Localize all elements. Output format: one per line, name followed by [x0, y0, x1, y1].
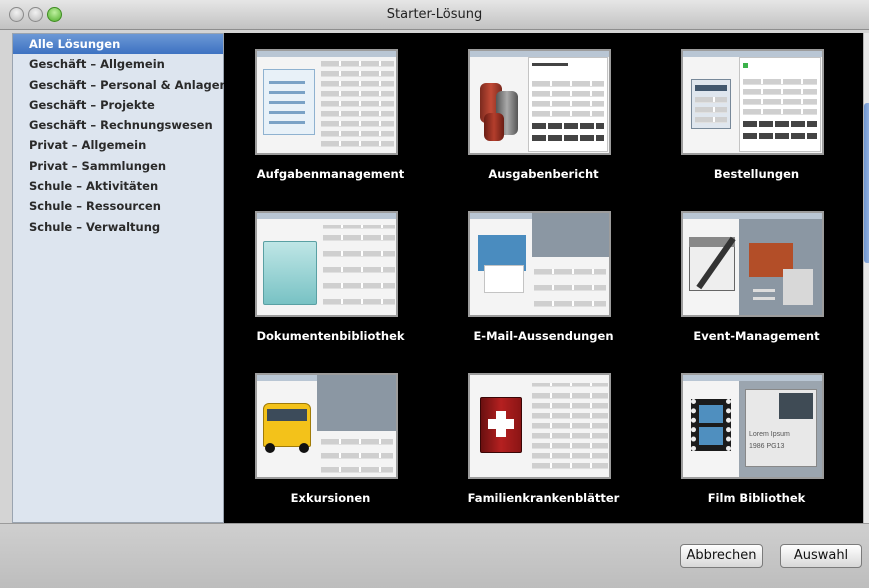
- template-label: Film Bibliothek: [707, 491, 806, 505]
- template-label: Dokumentenbibliothek: [256, 329, 405, 343]
- template-tile-aufgabenmanagement[interactable]: Aufgabenmanagement: [224, 33, 437, 195]
- template-tile-exkursionen[interactable]: Exkursionen: [224, 357, 437, 519]
- footer-bar: Abbrechen Auswahl: [0, 523, 869, 588]
- coins-icon: [468, 49, 611, 155]
- template-tile-bestellungen[interactable]: Bestellungen: [650, 33, 863, 195]
- template-label: Aufgabenmanagement: [256, 167, 405, 181]
- film-sample-year: 1986 PG13: [749, 443, 785, 450]
- sidebar-item-schule-aktivitaeten[interactable]: Schule – Aktivitäten: [13, 176, 223, 196]
- template-label: Event-Management: [693, 329, 820, 343]
- choose-button[interactable]: Auswahl: [780, 544, 862, 568]
- sidebar-item-geschaeft-allgemein[interactable]: Geschäft – Allgemein: [13, 54, 223, 74]
- sidebar-item-geschaeft-personal[interactable]: Geschäft – Personal & Anlagen: [13, 75, 228, 95]
- school-bus-icon: [255, 373, 398, 479]
- template-tile-event-management[interactable]: Event-Management: [650, 195, 863, 357]
- gallery-scrollbar[interactable]: [863, 33, 869, 523]
- sidebar-item-schule-ressourcen[interactable]: Schule – Ressourcen: [13, 196, 223, 216]
- film-strip-icon: Lorem Ipsum 1986 PG13: [681, 373, 824, 479]
- order-table-icon: [681, 49, 824, 155]
- folder-icon: [255, 211, 398, 317]
- calendar-pen-icon: [681, 211, 824, 317]
- film-sample-title: Lorem Ipsum: [749, 431, 790, 438]
- window-title: Starter-Lösung: [386, 7, 483, 22]
- medical-book-icon: [468, 373, 611, 479]
- envelope-icon: [468, 211, 611, 317]
- template-label: Exkursionen: [290, 491, 371, 505]
- template-label: Familienkrankenblätter: [467, 491, 620, 505]
- sidebar-item-privat-allgemein[interactable]: Privat – Allgemein: [13, 135, 223, 155]
- sidebar-item-alle-loesungen[interactable]: Alle Lösungen: [13, 34, 223, 55]
- scrollbar-thumb[interactable]: [864, 103, 869, 263]
- starter-solution-window: Starter-Lösung Alle Lösungen Geschäft – …: [0, 0, 869, 588]
- template-gallery: Aufgabenmanagement Ausgabenbericht Beste…: [224, 33, 863, 523]
- template-label: Ausgabenbericht: [488, 167, 599, 181]
- category-sidebar: Alle Lösungen Geschäft – Allgemein Gesch…: [12, 33, 228, 523]
- sidebar-item-privat-sammlungen[interactable]: Privat – Sammlungen: [13, 156, 223, 176]
- sidebar-item-schule-verwaltung[interactable]: Schule – Verwaltung: [13, 217, 223, 237]
- template-label: E-Mail-Aussendungen: [473, 329, 614, 343]
- template-tile-dokumentenbibliothek[interactable]: Dokumentenbibliothek: [224, 195, 437, 357]
- template-tile-ausgabenbericht[interactable]: Ausgabenbericht: [437, 33, 650, 195]
- sidebar-item-geschaeft-rechnungswesen[interactable]: Geschäft – Rechnungswesen: [13, 115, 223, 135]
- template-tile-familienkrankenblaetter[interactable]: Familienkrankenblätter: [437, 357, 650, 519]
- template-tile-email-aussendungen[interactable]: E-Mail-Aussendungen: [437, 195, 650, 357]
- template-tile-film-bibliothek[interactable]: Lorem Ipsum 1986 PG13 Film Bibliothek: [650, 357, 863, 519]
- title-bar: Starter-Lösung: [0, 0, 869, 30]
- cancel-button[interactable]: Abbrechen: [680, 544, 763, 568]
- template-label: Bestellungen: [713, 167, 800, 181]
- sidebar-item-geschaeft-projekte[interactable]: Geschäft – Projekte: [13, 95, 223, 115]
- checklist-icon: [255, 49, 398, 155]
